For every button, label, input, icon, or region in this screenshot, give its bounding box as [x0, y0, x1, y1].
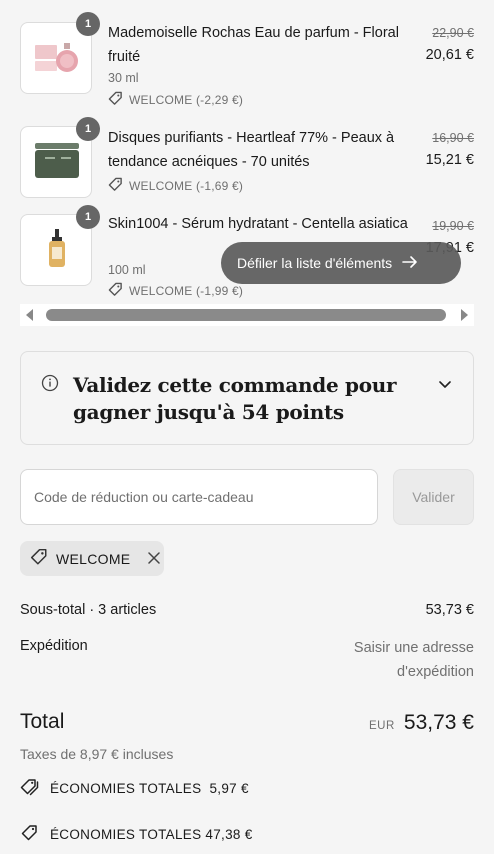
shipping-value: Saisir une adresse d'expédition	[353, 640, 474, 680]
quantity-badge: 1	[76, 117, 100, 141]
item-original-price: 22,90 €	[432, 26, 474, 40]
total-savings-row: ÉCONOMIES TOTALES 5,97 €	[20, 778, 249, 799]
tag-icon	[108, 177, 123, 195]
item-discount: WELCOME (-1,69 €)	[108, 177, 243, 195]
tag-icon	[20, 824, 40, 845]
total-savings-label: ÉCONOMIES TOTALES 5,97 €	[50, 781, 249, 796]
scroll-items-button[interactable]: Défiler la liste d'éléments	[221, 242, 461, 284]
taxes-included: Taxes de 8,97 € incluses	[20, 746, 174, 762]
applied-discount-tag: WELCOME	[20, 541, 164, 576]
applied-discount-code: WELCOME	[56, 550, 131, 567]
chevron-down-icon[interactable]	[437, 376, 453, 397]
item-price: 15,21 €	[425, 152, 474, 168]
horizontal-scrollbar[interactable]	[20, 304, 474, 326]
subtotal-label: Sous-total · 3 articles	[20, 602, 157, 618]
item-title: Skin1004 - Sérum hydratant - Centella as…	[108, 216, 408, 232]
discount-code-input[interactable]: Code de réduction ou carte-cadeau	[20, 469, 378, 525]
points-banner[interactable]: Validez cette commande pour gagner jusqu…	[20, 351, 474, 445]
total-value: 53,73 €	[403, 711, 474, 734]
quantity-badge: 1	[76, 12, 100, 36]
cart-item: 1 Disques purifiants - Heartleaf 77% - P…	[20, 112, 474, 207]
remove-discount-icon[interactable]	[148, 551, 161, 567]
tag-icon	[108, 282, 123, 300]
cart-item: 1 Mademoiselle Rochas Eau de parfum - Fl…	[20, 0, 474, 110]
tag-icon	[108, 91, 123, 109]
total-currency: EUR	[369, 720, 395, 732]
tag-icon	[30, 548, 48, 569]
item-original-price: 16,90 €	[432, 131, 474, 145]
info-icon	[41, 374, 59, 397]
quantity-badge: 1	[76, 205, 100, 229]
scroll-items-label: Défiler la liste d'éléments	[237, 255, 393, 271]
total-savings-label: ÉCONOMIES TOTALES 47,38 €	[50, 827, 253, 842]
subtotal-value: 53,73 €	[425, 602, 474, 618]
item-discount-label: WELCOME (-1,99 €)	[129, 284, 244, 298]
total-savings-row: ÉCONOMIES TOTALES 47,38 €	[20, 824, 253, 845]
points-banner-text: Validez cette commande pour gagner jusqu…	[73, 373, 397, 424]
apply-discount-button[interactable]: Valider	[393, 469, 474, 525]
item-variant: 100 ml	[108, 263, 146, 277]
shipping-label: Expédition	[20, 638, 88, 654]
scroll-left-arrow-icon[interactable]	[26, 309, 33, 321]
arrow-right-icon	[402, 255, 418, 272]
scroll-right-arrow-icon[interactable]	[461, 309, 468, 321]
item-variant: 30 ml	[108, 71, 139, 85]
subtotal-row: Sous-total · 3 articles 53,73 €	[20, 602, 474, 618]
item-discount: WELCOME (-1,99 €)	[108, 282, 243, 300]
total-label: Total	[20, 710, 65, 733]
scrollbar-thumb[interactable]	[46, 309, 446, 321]
item-title: Mademoiselle Rochas Eau de parfum - Flor…	[108, 25, 399, 65]
item-title: Disques purifiants - Heartleaf 77% - Pea…	[108, 130, 395, 170]
item-discount: WELCOME (-2,29 €)	[108, 91, 243, 109]
tags-icon	[20, 778, 40, 799]
item-discount-label: WELCOME (-1,69 €)	[129, 179, 244, 193]
item-original-price: 19,90 €	[432, 219, 474, 233]
item-discount-label: WELCOME (-2,29 €)	[129, 93, 244, 107]
item-price: 20,61 €	[425, 47, 474, 63]
